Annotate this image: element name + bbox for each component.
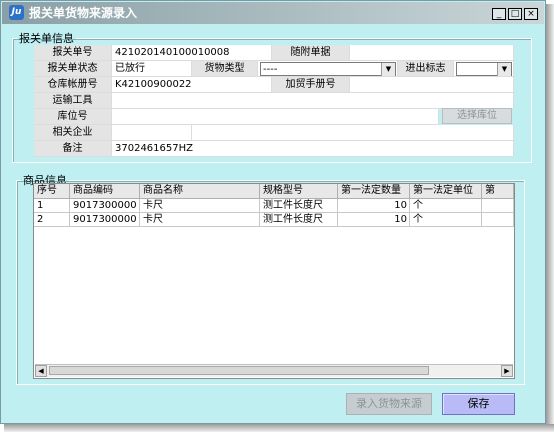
declaration-info-legend: 报关单信息 [19, 32, 74, 45]
enter-goods-source-button[interactable]: 录入货物来源 [346, 393, 432, 415]
warehouse-book-value[interactable]: K42100900022 [112, 77, 272, 93]
goods-type-selected: ---- [263, 64, 278, 75]
attached-docs-label: 随附单据 [272, 45, 350, 61]
location-label: 库位号 [34, 109, 112, 125]
company-label: 相关企业 [34, 125, 112, 141]
transport-label: 运输工具 [34, 93, 112, 109]
window-shadow-bottom [4, 424, 554, 432]
transport-value[interactable] [112, 93, 514, 109]
company-name-value[interactable] [192, 125, 514, 141]
scroll-right-icon[interactable]: ▶ [501, 365, 513, 377]
goods-code: 9017300000 [70, 199, 140, 213]
app-icon: Ju [9, 5, 24, 20]
save-button[interactable]: 保存 [442, 393, 515, 415]
decl-no-label: 报关单号 [34, 45, 112, 61]
column-header[interactable]: 商品编码 [70, 184, 140, 199]
row-index: 2 [34, 213, 70, 227]
decl-no-value[interactable]: 421020140100010008 [112, 45, 272, 61]
goods-table[interactable]: 序号 商品编码 商品名称 规格型号 第一法定数量 第一法定单位 第 1 9017… [33, 183, 515, 379]
column-header[interactable]: 序号 [34, 184, 70, 199]
scroll-left-icon[interactable]: ◀ [35, 365, 47, 377]
io-flag-label: 进出标志 [398, 61, 454, 77]
close-button[interactable]: × [524, 8, 538, 20]
select-location-button[interactable]: 选择库位 [442, 108, 512, 124]
goods-name: 卡尺 [140, 199, 260, 213]
dialog-window: Ju 报关单货物来源录入 _ □ × 报关单信息 报关单号 4210201401… [0, 0, 546, 424]
goods-code: 9017300000 [70, 213, 140, 227]
window-shadow-right [546, 4, 554, 432]
goods-name: 卡尺 [140, 213, 260, 227]
column-header[interactable]: 商品名称 [140, 184, 260, 199]
column-header[interactable]: 第一法定单位 [410, 184, 482, 199]
window-title: 报关单货物来源录入 [29, 6, 138, 20]
goods-spec: 测工件长度尺 [260, 199, 338, 213]
company-value[interactable] [112, 125, 192, 141]
goods-spec: 测工件长度尺 [260, 213, 338, 227]
first-legal-qty: 10 [338, 213, 410, 227]
row-index: 1 [34, 199, 70, 213]
horizontal-scrollbar[interactable]: ◀ ▶ [35, 364, 513, 377]
chevron-down-icon[interactable]: ▼ [381, 63, 395, 76]
chevron-down-icon[interactable]: ▼ [497, 63, 511, 76]
location-value[interactable] [112, 109, 439, 125]
extra-cell [482, 213, 514, 227]
trade-manual-label: 加贸手册号 [272, 77, 350, 93]
column-header[interactable]: 第 [482, 184, 514, 199]
minimize-button[interactable]: _ [492, 8, 506, 20]
first-legal-unit: 个 [410, 213, 482, 227]
decl-status-value: 已放行 [112, 61, 192, 77]
first-legal-qty: 10 [338, 199, 410, 213]
column-header[interactable]: 规格型号 [260, 184, 338, 199]
maximize-button[interactable]: □ [508, 8, 522, 20]
io-flag-select[interactable]: ▼ [456, 62, 512, 76]
scroll-thumb[interactable] [49, 366, 429, 375]
extra-cell [482, 199, 514, 213]
remark-value[interactable]: 3702461657HZ [112, 141, 514, 157]
trade-manual-value[interactable] [350, 77, 514, 93]
title-bar[interactable]: Ju 报关单货物来源录入 _ □ × [2, 2, 544, 24]
goods-type-select[interactable]: ---- ▼ [260, 62, 396, 76]
remark-label: 备注 [34, 141, 112, 157]
decl-status-label: 报关单状态 [34, 61, 112, 77]
warehouse-book-label: 仓库帐册号 [34, 77, 112, 93]
attached-docs-value[interactable] [350, 45, 514, 61]
column-header[interactable]: 第一法定数量 [338, 184, 410, 199]
goods-type-label: 货物类型 [192, 61, 258, 77]
first-legal-unit: 个 [410, 199, 482, 213]
